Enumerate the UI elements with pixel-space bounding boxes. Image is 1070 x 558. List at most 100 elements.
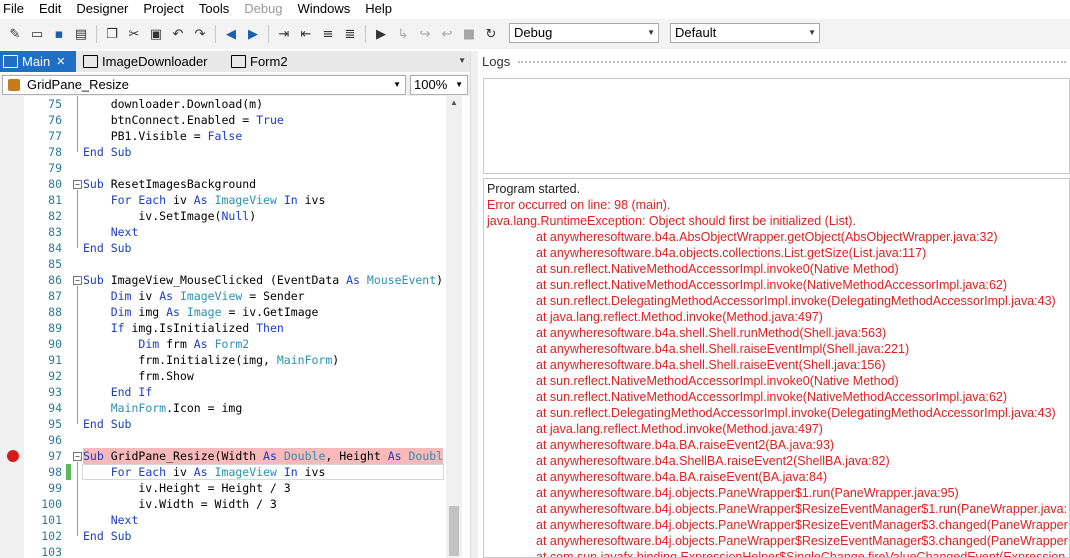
menu-windows[interactable]: Windows [295,0,357,17]
code-line[interactable]: 77 PB1.Visible = False [24,128,444,144]
line-number: 80 [48,177,62,191]
stop-icon[interactable]: ■ [460,25,478,43]
code-line[interactable]: 84 End Sub [24,240,444,256]
cut-icon[interactable]: ✂ [125,25,143,43]
log-error-line: java.lang.RuntimeException: Object shoul… [487,214,856,228]
code-line[interactable]: 78 End Sub [24,144,444,160]
menu-project[interactable]: Project [140,0,189,17]
zoom-select[interactable]: 100% ▼ [410,75,468,95]
code-line[interactable]: 88 Dim img As Image = iv.GetImage [24,304,444,320]
code-line[interactable]: 94 MainForm.Icon = img [24,400,444,416]
scroll-up-icon[interactable]: ▲ [450,98,458,107]
breakpoint-icon[interactable] [7,450,19,462]
breakpoint-gutter[interactable] [0,96,24,558]
code-line[interactable]: 95 End Sub [24,416,444,432]
step-in-icon[interactable]: ↳ [394,25,412,43]
paste-icon[interactable]: ▣ [147,25,165,43]
menu-edit[interactable]: Edit [36,0,67,17]
redo-icon[interactable]: ↷ [191,25,209,43]
menu-designer[interactable]: Designer [73,0,134,17]
menu-tools[interactable]: Tools [196,0,235,17]
step-over-icon[interactable]: ↪ [416,25,434,43]
editor-scrollbar[interactable]: ▲ [446,96,462,558]
chevron-down-icon[interactable]: ▼ [458,56,466,65]
code-line[interactable]: 93 End If [24,384,444,400]
line-number: 95 [48,417,62,431]
log-error-line: at anywheresoftware.b4a.objects.collecti… [536,246,927,260]
uncomment-icon[interactable]: ≣ [341,25,359,43]
code-line[interactable]: 91 frm.Initialize(img, MainForm) [24,352,444,368]
code-text: End Sub [83,417,132,431]
navigate-forward-icon[interactable]: ▶ [244,25,262,43]
code-line[interactable]: 75 downloader.Download(m) [24,96,444,112]
menu-debug[interactable]: Debug [241,0,288,17]
log-error-line: at anywheresoftware.b4j.objects.PaneWrap… [536,534,1068,548]
navigate-back-icon[interactable]: ◀ [222,25,240,43]
code-line[interactable]: 89 If img.IsInitialized Then [24,320,444,336]
outdent-icon[interactable]: ⇤ [297,25,315,43]
sub-select[interactable]: GridPane_Resize ▼ [2,75,406,95]
code-line[interactable]: 99 iv.Height = Height / 3 [24,480,444,496]
restart-icon[interactable]: ↻ [482,25,500,43]
code-line[interactable]: 103 [24,544,444,558]
code-line[interactable]: 83 Next [24,224,444,240]
toolbar-separator [268,25,269,43]
code-text: Next [110,225,139,239]
log-error-line: at java.lang.reflect.Method.invoke(Metho… [536,422,823,436]
platform-select[interactable]: Default ▼ [670,23,820,43]
copy-icon[interactable]: ❐ [103,25,121,43]
line-number: 79 [48,161,62,175]
code-line[interactable]: 85 [24,256,444,272]
build-configuration-select[interactable]: Debug ▼ [509,23,659,43]
save-icon[interactable]: ▪ [50,25,68,43]
close-icon[interactable]: ✕ [56,55,65,68]
code-text: iv.Height = Height / 3 [83,481,291,495]
module-icon [83,55,98,68]
code-line[interactable]: 102 End Sub [24,528,444,544]
log-error-line: at sun.reflect.DelegatingMethodAccessorI… [536,406,1056,420]
code-line[interactable]: 90 Dim frm As Form2 [24,336,444,352]
menu-help[interactable]: Help [362,0,398,17]
open-folder-icon[interactable]: ▭ [28,25,46,43]
code-line[interactable]: 80 − Sub ResetImagesBackground [24,176,444,192]
fold-toggle-icon[interactable]: − [73,180,82,189]
undo-icon[interactable]: ↶ [169,25,187,43]
fold-toggle-icon[interactable]: − [73,452,82,461]
pane-splitter[interactable] [470,51,478,558]
code-line[interactable]: 86 − Sub ImageView_MouseClicked (EventData… [24,272,444,288]
tab-imagedownloader[interactable]: ImageDownloader [80,51,220,72]
tab-main[interactable]: Main ✕ [0,51,76,72]
code-line[interactable]: 79 [24,160,444,176]
scrollbar-thumb[interactable] [449,506,459,556]
comment-icon[interactable]: ≡ [319,25,337,43]
new-file-icon[interactable]: ✎ [6,25,24,43]
tab-label: Form2 [250,54,288,69]
code-line[interactable]: 96 [24,432,444,448]
log-error-line: at anywheresoftware.b4j.objects.PaneWrap… [536,486,959,500]
code-line[interactable]: 100 iv.Width = Width / 3 [24,496,444,512]
code-line[interactable]: 76 btnConnect.Enabled = True [24,112,444,128]
logs-output[interactable]: Program started. Error occurred on line: … [483,178,1070,558]
log-error-line: at sun.reflect.NativeMethodAccessorImpl.… [536,262,899,276]
code-line[interactable]: 101 Next [24,512,444,528]
code-line[interactable]: 81 For Each iv As ImageView In ivs [24,192,444,208]
step-out-icon[interactable]: ↩ [438,25,456,43]
line-number: 75 [48,97,62,111]
code-line[interactable]: 82 iv.SetImage(Null) [24,208,444,224]
code-text: Dim img As Image = iv.GetImage [110,305,319,319]
line-number: 91 [48,353,62,367]
menu-file[interactable]: File [0,0,30,17]
code-line[interactable]: 87 Dim iv As ImageView = Sender [24,288,444,304]
chevron-down-icon: ▼ [808,28,816,37]
log-error-line: at java.lang.reflect.Method.invoke(Metho… [536,310,823,324]
indent-icon[interactable]: ⇥ [275,25,293,43]
run-icon[interactable]: ▶ [372,25,390,43]
save-all-icon[interactable]: ▤ [72,25,90,43]
fold-toggle-icon[interactable]: − [73,276,82,285]
code-text: downloader.Download(m) [83,97,264,111]
code-line[interactable]: 92 frm.Show [24,368,444,384]
drag-handle[interactable] [518,61,1066,65]
code-editor[interactable]: 75 downloader.Download(m) 76 btnConnect.E… [0,96,462,558]
tab-form2[interactable]: Form2 [228,51,298,72]
code-line[interactable]: 97 − Sub GridPane_Resize(Width As Double, … [24,448,444,464]
